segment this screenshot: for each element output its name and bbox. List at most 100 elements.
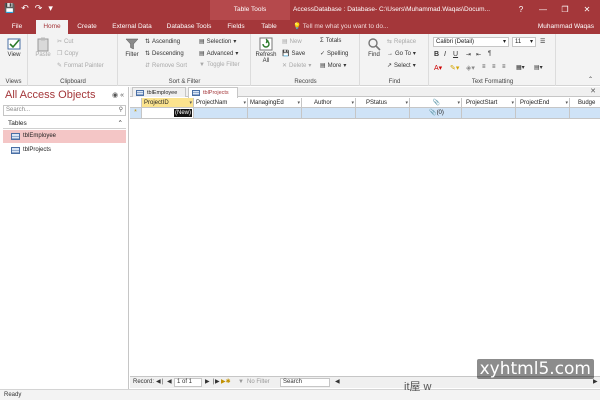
underline-icon[interactable]: U	[453, 51, 458, 58]
scroll-left-icon[interactable]: ◀	[335, 377, 340, 388]
close-document-icon[interactable]: ✕	[590, 87, 596, 97]
tab-database-tools[interactable]: Database Tools	[160, 20, 218, 34]
undo-icon[interactable]: ↶	[21, 3, 29, 14]
collapse-ribbon-icon[interactable]: ⌃	[588, 76, 593, 83]
chevron-down-icon[interactable]: ▾	[565, 98, 568, 107]
record-search-input[interactable]: Search	[280, 378, 330, 387]
tell-me-box[interactable]: 💡 Tell me what you want to do...	[293, 20, 388, 34]
new-row-projectstart-cell[interactable]	[462, 108, 516, 119]
new-record-button[interactable]: ▤ New	[282, 38, 302, 46]
last-record-icon[interactable]: ∣▶	[212, 377, 220, 388]
nav-item-tblprojects[interactable]: tblProjects	[3, 144, 126, 157]
nav-menu-icon[interactable]: ◉	[112, 92, 118, 99]
restore-icon[interactable]: ❐	[554, 0, 576, 20]
help-icon[interactable]: ?	[510, 0, 532, 20]
font-select[interactable]: Calibri (Detail) ▾	[433, 37, 509, 47]
fill-color-icon[interactable]: ◈▾	[466, 64, 475, 72]
new-row-attachment-cell[interactable]: 📎(0)	[410, 108, 462, 119]
align-center-icon[interactable]: ≡	[492, 64, 496, 70]
paragraph-icon[interactable]: ¶	[488, 51, 491, 57]
close-icon[interactable]: ✕	[576, 0, 598, 20]
minimize-icon[interactable]: —	[532, 0, 554, 20]
tab-home[interactable]: Home	[36, 20, 68, 34]
italic-icon[interactable]: I	[444, 51, 446, 58]
selection-button[interactable]: ▤ Selection ▾	[199, 38, 236, 46]
font-size-select[interactable]: 11 ▾	[512, 37, 536, 47]
column-header-pstatus[interactable]: PStatus ▾	[356, 98, 410, 108]
column-header-budget[interactable]: Budge	[570, 98, 600, 108]
next-record-icon[interactable]: ▶	[205, 377, 210, 388]
align-left-icon[interactable]: ≡	[482, 64, 486, 70]
tab-create[interactable]: Create	[70, 20, 104, 34]
bold-icon[interactable]: B	[434, 51, 439, 58]
new-record-nav-icon[interactable]: ▶✱	[221, 377, 231, 388]
save-record-button[interactable]: 💾 Save	[282, 50, 305, 58]
select-button[interactable]: ↗ Select ▾	[387, 62, 416, 70]
chevron-down-icon[interactable]: ▾	[297, 98, 300, 107]
select-all-corner[interactable]	[130, 98, 142, 108]
column-header-projectstart[interactable]: ProjectStart ▾	[462, 98, 516, 108]
ascending-button[interactable]: ⇅ Ascending	[145, 38, 180, 46]
new-row-author-cell[interactable]	[302, 108, 356, 119]
gridlines-icon[interactable]: ▦▾	[516, 64, 525, 71]
align-right-icon[interactable]: ≡	[502, 64, 506, 70]
no-filter-label[interactable]: No Filter	[247, 377, 270, 388]
new-row-projectend-cell[interactable]	[516, 108, 570, 119]
doc-tab-tblemployee[interactable]: tblEmployee	[132, 87, 186, 97]
column-header-projectname[interactable]: ProjectNam ▾	[194, 98, 248, 108]
view-button[interactable]: View	[3, 36, 25, 58]
new-row-pstatus-cell[interactable]	[356, 108, 410, 119]
delete-button[interactable]: ✕ Delete ▾	[282, 62, 311, 70]
nav-item-tblemployee[interactable]: tblEmployee	[3, 130, 126, 143]
chevron-down-icon[interactable]: ▾	[457, 98, 460, 107]
collapse-nav-icon[interactable]: «	[120, 92, 124, 99]
nav-title[interactable]: All Access Objects	[5, 89, 95, 101]
copy-button[interactable]: ❐ Copy	[57, 50, 78, 58]
nav-section-tables[interactable]: Tables ⌃	[3, 118, 126, 129]
more-button[interactable]: ▤ More ▾	[320, 62, 346, 70]
column-header-managinged[interactable]: ManagingEd ▾	[248, 98, 302, 108]
tab-external-data[interactable]: External Data	[106, 20, 158, 34]
paste-button[interactable]: Paste	[32, 36, 54, 58]
chevron-down-icon[interactable]: ▾	[243, 98, 246, 107]
column-header-author[interactable]: Author ▾	[302, 98, 356, 108]
save-icon[interactable]: 💾	[4, 3, 15, 14]
cut-button[interactable]: ✂ Cut	[57, 38, 73, 46]
replace-button[interactable]: ⇆ Replace	[387, 38, 416, 46]
format-painter-button[interactable]: ✎ Format Painter	[57, 62, 104, 70]
font-color-icon[interactable]: A▾	[434, 64, 442, 72]
redo-icon[interactable]: ↷	[35, 3, 43, 14]
indent-icon[interactable]: ⇥	[466, 51, 471, 58]
remove-sort-button[interactable]: ⇵ Remove Sort	[145, 62, 187, 70]
column-header-projectend[interactable]: ProjectEnd ▾	[516, 98, 570, 108]
tab-file[interactable]: File	[0, 20, 34, 34]
nav-search-input[interactable]: Search... ⚲	[3, 105, 126, 116]
column-header-attachment[interactable]: 📎 ▾	[410, 98, 462, 108]
new-row-budget-cell[interactable]	[570, 108, 600, 119]
goto-button[interactable]: → Go To ▾	[387, 50, 416, 58]
scroll-right-icon[interactable]: ▶	[593, 377, 598, 388]
advanced-button[interactable]: ▤ Advanced ▾	[199, 50, 238, 58]
toggle-filter-button[interactable]: ▼ Toggle Filter	[199, 62, 240, 68]
new-row-managinged-cell[interactable]	[248, 108, 302, 119]
chevron-down-icon[interactable]: ▾	[351, 98, 354, 107]
highlight-icon[interactable]: ✎▾	[450, 64, 459, 72]
no-filter-icon[interactable]: ▼	[238, 377, 244, 388]
refresh-all-button[interactable]: Refresh All	[254, 36, 278, 64]
spelling-button[interactable]: ✓ Spelling	[320, 50, 348, 58]
chevron-down-icon[interactable]: ▾	[189, 98, 192, 107]
tab-table[interactable]: Table	[254, 20, 284, 34]
first-record-icon[interactable]: ◀∣	[156, 377, 164, 388]
tab-fields[interactable]: Fields	[220, 20, 252, 34]
current-record-field[interactable]: 1 of 1	[174, 378, 202, 387]
new-row-selector[interactable]: *	[130, 108, 142, 119]
chevron-down-icon[interactable]: ▾	[511, 98, 514, 107]
list-icon[interactable]: ☰	[540, 38, 545, 45]
doc-tab-tblprojects[interactable]: tblProjects	[188, 87, 238, 98]
column-header-projectid[interactable]: ProjectID ▾	[142, 98, 194, 108]
new-row-projectid-cell[interactable]: (New)	[142, 108, 194, 119]
totals-button[interactable]: Σ Totals	[320, 38, 341, 44]
user-name[interactable]: Muhammad Waqas	[538, 20, 594, 34]
new-row-projectname-cell[interactable]	[194, 108, 248, 119]
chevron-down-icon[interactable]: ▾	[405, 98, 408, 107]
